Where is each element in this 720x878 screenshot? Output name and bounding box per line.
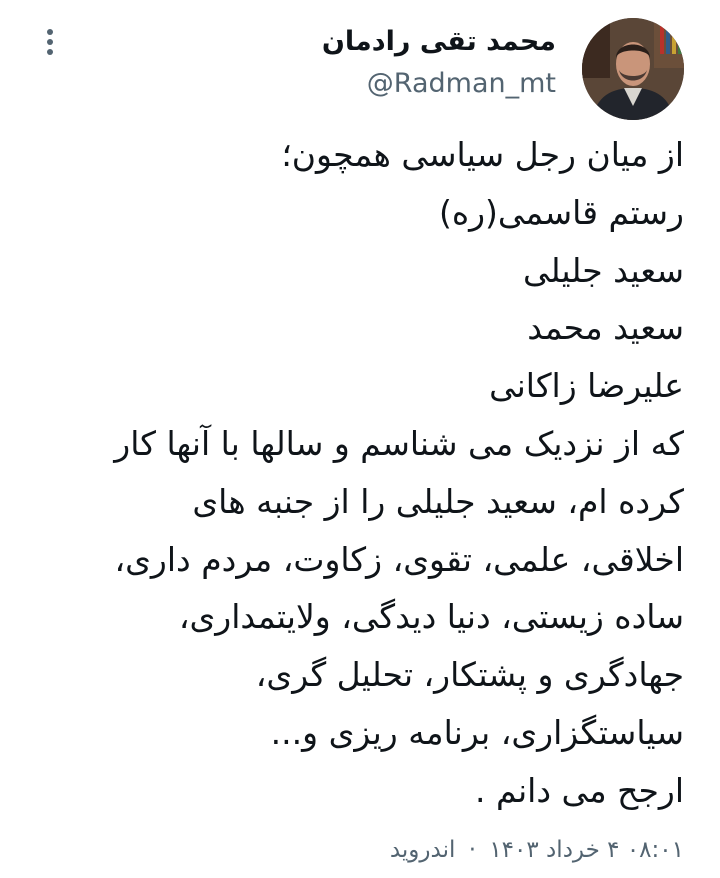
tweet-line: ارجح می دانم . (475, 770, 684, 810)
tweet-source[interactable]: اندروید (390, 837, 456, 863)
tweet-line: از میان رجل سیاسی همچون؛ (281, 135, 684, 174)
tweet-date[interactable]: ۴ خرداد ۱۴۰۳ (489, 837, 619, 863)
author-handle[interactable]: @Radman_mt (322, 64, 556, 104)
author-display-name[interactable]: محمد تقی رادمان (322, 24, 556, 60)
avatar-photo (582, 18, 684, 120)
tweet-line: سعید محمد (527, 308, 684, 348)
tweet-line: اخلاقی، علمی، تقوی، زکاوت، مردم داری، (114, 539, 684, 579)
tweet-header: محمد تقی رادمان @Radman_mt (30, 14, 684, 124)
tweet-line: علیرضا زاکانی (489, 366, 684, 406)
tweet-line: که از نزدیک می شناسم و سالها با آنها کار (114, 423, 684, 463)
more-dot (47, 49, 53, 55)
more-dot (47, 29, 53, 35)
tweet-line: رستم قاسمی(ره) (438, 192, 684, 232)
author-block[interactable]: محمد تقی رادمان @Radman_mt (322, 24, 556, 104)
tweet-line: ساده زیستی، دنیا دیدگی، ولایتمداری، (178, 597, 684, 637)
tweet-line: سعید جلیلی (522, 250, 684, 290)
tweet-text: از میان رجل سیاسی همچون؛ رستم قاسمی(ره) … (30, 126, 684, 820)
tweet-line: جهادگری و پشتکار، تحلیل گری، (255, 655, 684, 695)
avatar[interactable] (582, 18, 684, 120)
more-vertical-icon[interactable] (38, 26, 62, 62)
tweet-line: سیاستگزاری، برنامه ریزی و... (270, 712, 684, 752)
tweet-time[interactable]: ۰۸:۰۱ (627, 837, 684, 863)
more-dot (47, 39, 53, 45)
meta-separator: · (468, 837, 477, 863)
tweet-meta: ۰۸:۰۱ ۴ خرداد ۱۴۰۳ · اندروید (390, 830, 684, 870)
tweet-line: کرده ام، سعید جلیلی را از جنبه های (192, 481, 684, 521)
